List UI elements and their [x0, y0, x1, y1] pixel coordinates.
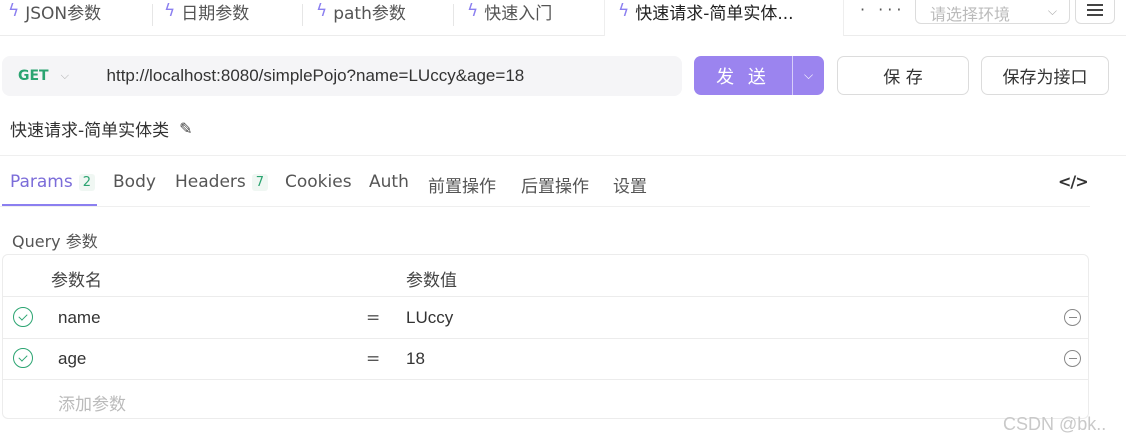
send-options-button[interactable]: ⌵ — [792, 56, 824, 95]
count-badge: 7 — [251, 173, 269, 191]
tab-divider — [302, 4, 303, 26]
equals-sign: = — [366, 349, 381, 369]
request-tab-bar: ϟ JSON参数 ϟ 日期参数 ϟ path参数 ϟ 快速入门 ϟ 快速请求-简… — [0, 0, 1126, 36]
edit-icon[interactable]: ✎ — [179, 119, 192, 138]
method-select[interactable]: GET ⌵ — [2, 68, 80, 84]
table-row: age = 18 — [3, 338, 1088, 380]
query-section-title: Query 参数 — [12, 232, 98, 251]
tab-params[interactable]: Params 2 — [10, 172, 96, 192]
enabled-check-icon[interactable] — [13, 348, 33, 368]
tab-post-operations[interactable]: 后置操作 — [521, 172, 589, 197]
chevron-down-icon: ⌵ — [803, 68, 814, 82]
tab-divider — [152, 4, 153, 26]
tab-label: 前置操作 — [428, 177, 496, 197]
send-button[interactable]: 发 送 — [694, 56, 792, 95]
lightning-icon: ϟ — [164, 1, 176, 21]
tab-quick-request-simple-entity[interactable]: ϟ 快速请求-简单实体... — [618, 0, 794, 26]
remove-circle-icon[interactable] — [1064, 309, 1081, 326]
remove-circle-icon[interactable] — [1064, 350, 1081, 367]
chevron-down-icon: ⌵ — [1047, 4, 1057, 18]
lightning-icon: ϟ — [8, 1, 20, 21]
param-value[interactable]: LUccy — [406, 308, 453, 328]
tab-label: JSON参数 — [25, 3, 102, 24]
send-button-group: 发 送 ⌵ — [694, 56, 824, 95]
tab-divider — [453, 4, 454, 26]
tab-settings[interactable]: 设置 — [613, 172, 647, 197]
menu-button[interactable] — [1075, 0, 1115, 24]
url-bar: GET ⌵ — [2, 56, 682, 96]
chevron-down-icon: ⌵ — [60, 69, 69, 82]
save-button[interactable]: 保 存 — [837, 56, 969, 95]
add-param-row[interactable]: 添加参数 — [3, 379, 1088, 421]
table-row: name = LUccy — [3, 297, 1088, 339]
environment-placeholder: 请选择环境 — [930, 5, 1011, 24]
tab-date-params[interactable]: ϟ 日期参数 — [164, 0, 249, 26]
tab-label: Body — [113, 172, 156, 192]
url-input[interactable] — [106, 66, 682, 86]
lightning-icon: ϟ — [618, 1, 630, 21]
table-header-row: 参数名 参数值 — [3, 255, 1088, 297]
tab-label: Params — [10, 172, 73, 192]
environment-select[interactable]: 请选择环境 ⌵ — [915, 0, 1070, 24]
tab-label: 快速入门 — [484, 3, 553, 24]
count-badge: 2 — [78, 173, 96, 191]
column-header-name: 参数名 — [51, 271, 102, 291]
tab-auth[interactable]: Auth — [369, 172, 409, 192]
request-title: 快速请求-简单实体类 ✎ — [10, 116, 193, 141]
more-tabs-icon[interactable]: · ··· — [860, 0, 905, 22]
equals-sign: = — [366, 308, 381, 328]
column-header-value: 参数值 — [406, 271, 457, 291]
tab-pre-operations[interactable]: 前置操作 — [428, 172, 496, 197]
divider — [0, 155, 1126, 156]
save-as-api-button[interactable]: 保存为接口 — [981, 56, 1109, 95]
add-param-placeholder[interactable]: 添加参数 — [58, 390, 126, 415]
tab-label: path参数 — [333, 3, 406, 24]
code-icon[interactable]: </> — [1058, 172, 1089, 191]
tab-label: Cookies — [285, 172, 352, 192]
tab-quickstart[interactable]: ϟ 快速入门 — [467, 0, 552, 26]
param-name[interactable]: name — [58, 308, 101, 328]
tab-json-params[interactable]: ϟ JSON参数 — [8, 0, 101, 26]
divider — [0, 206, 1090, 207]
query-params-table: 参数名 参数值 name = LUccy age = 18 添加参数 — [2, 254, 1089, 419]
hamburger-icon — [1087, 4, 1103, 16]
tab-headers[interactable]: Headers 7 — [175, 172, 269, 192]
tab-label: 日期参数 — [181, 3, 250, 24]
tab-label: 后置操作 — [521, 177, 589, 197]
enabled-check-icon[interactable] — [13, 307, 33, 327]
tab-label: 快速请求-简单实体... — [635, 3, 794, 24]
tab-body[interactable]: Body — [113, 172, 156, 192]
tab-label: Auth — [369, 172, 409, 192]
param-name[interactable]: age — [58, 349, 86, 369]
tab-cookies[interactable]: Cookies — [285, 172, 352, 192]
method-label: GET — [18, 68, 49, 84]
tab-label: 设置 — [613, 177, 647, 197]
request-title-text: 快速请求-简单实体类 — [10, 121, 170, 141]
lightning-icon: ϟ — [316, 1, 328, 21]
tab-label: Headers — [175, 172, 246, 192]
tab-path-params[interactable]: ϟ path参数 — [316, 0, 406, 26]
param-value[interactable]: 18 — [406, 349, 425, 369]
lightning-icon: ϟ — [467, 1, 479, 21]
watermark: CSDN @bk.. — [1003, 414, 1107, 434]
